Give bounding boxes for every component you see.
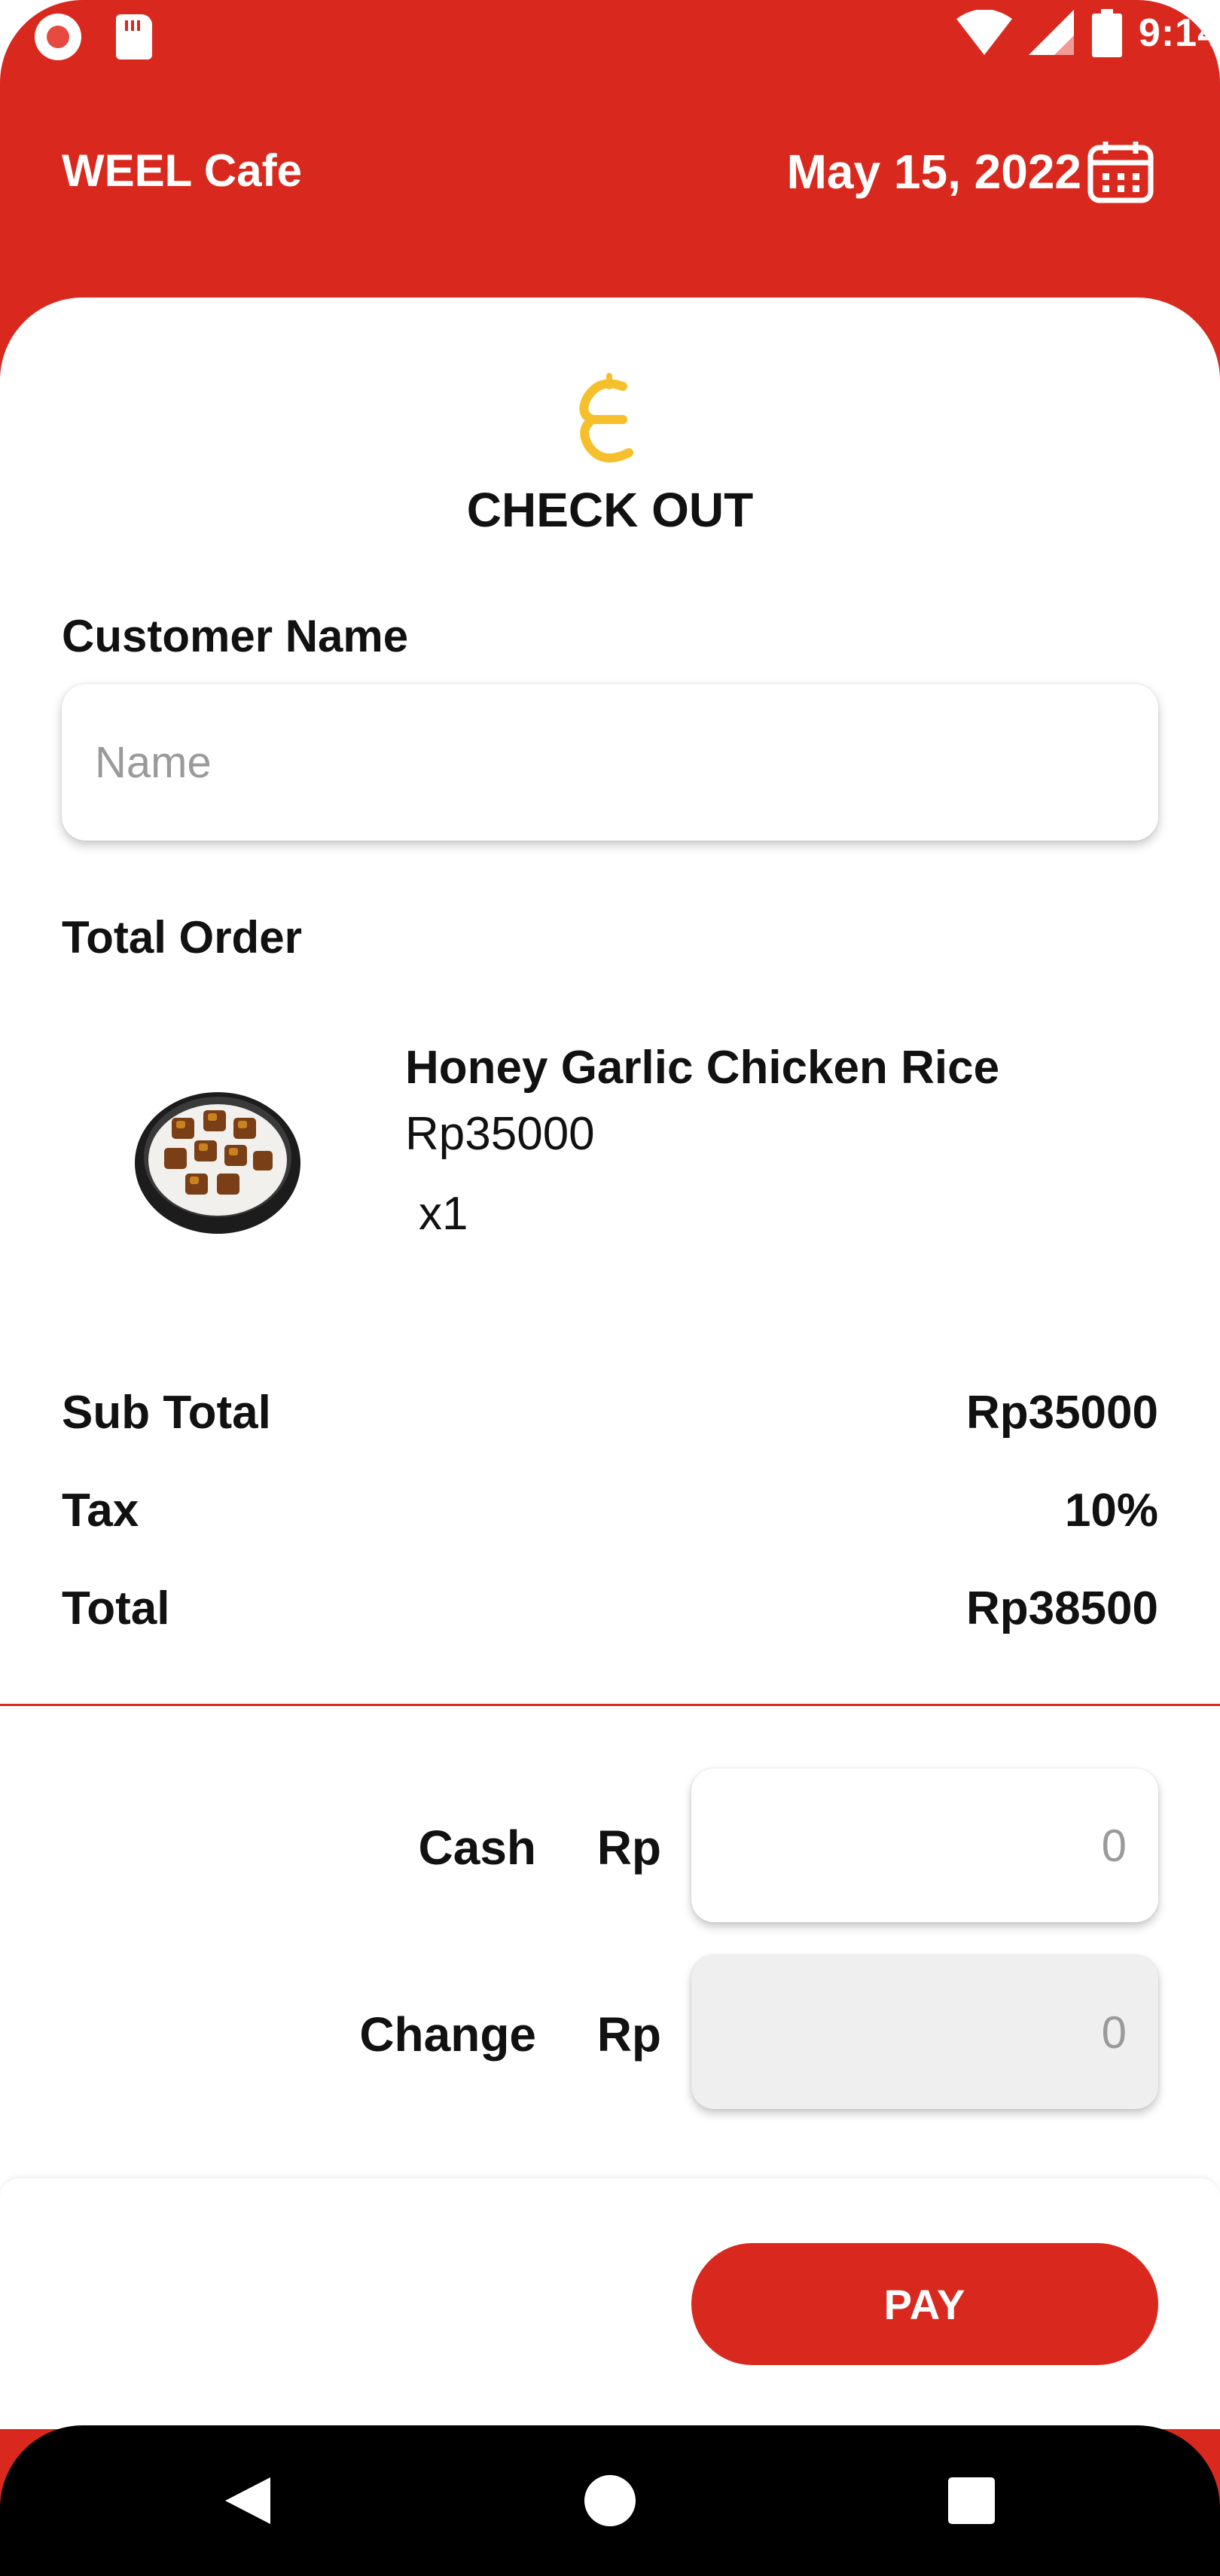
status-time: 9:14	[1138, 11, 1220, 55]
item-quantity: x1	[419, 1188, 468, 1240]
subtotal-row: Sub Total Rp35000	[62, 1386, 1158, 1439]
screen: 9:14 WEEL Cafe May 15, 2022 CHECK OUT Cu…	[0, 0, 1220, 2576]
item-price: Rp35000	[405, 1108, 595, 1160]
total-label: Total	[62, 1583, 170, 1634]
total-value: Rp38500	[965, 1583, 1158, 1634]
cash-currency: Rp	[596, 1821, 661, 1875]
system-nav-bar	[0, 2425, 1220, 2576]
signal-icon	[1028, 10, 1074, 55]
home-button[interactable]	[572, 2425, 648, 2576]
change-label: Change	[359, 2007, 536, 2062]
recents-icon	[948, 2477, 995, 2524]
wifi-icon	[956, 10, 1012, 55]
change-field	[691, 1955, 1158, 2109]
back-icon	[225, 2477, 270, 2524]
customer-name-input[interactable]	[62, 684, 1158, 841]
change-currency: Rp	[596, 2007, 661, 2062]
total-row: Total Rp38500	[62, 1582, 1158, 1635]
cash-input[interactable]	[691, 1769, 1158, 1922]
sd-card-icon	[116, 14, 152, 60]
back-button[interactable]	[211, 2425, 286, 2576]
customer-name-label: Customer Name	[62, 611, 409, 661]
battery-icon	[1091, 9, 1122, 57]
tax-label: Tax	[62, 1485, 139, 1537]
item-name: Honey Garlic Chicken Rice	[405, 1042, 1000, 1094]
home-icon	[584, 2475, 636, 2526]
date-text: May 15, 2022	[786, 145, 1081, 199]
cash-label: Cash	[418, 1821, 537, 1875]
currency-logo-icon	[579, 373, 633, 462]
status-bar: 9:14	[0, 0, 1220, 79]
subtotal-label: Sub Total	[62, 1387, 271, 1439]
calendar-icon[interactable]	[1087, 140, 1154, 203]
tax-value: 10%	[1064, 1485, 1158, 1537]
subtotal-value: Rp35000	[965, 1387, 1158, 1439]
date-picker[interactable]: May 15, 2022	[787, 140, 1154, 203]
tax-row: Tax 10%	[62, 1484, 1158, 1537]
divider	[0, 1704, 1220, 1706]
dish-image	[135, 1092, 300, 1234]
screen-record-icon	[35, 14, 81, 60]
total-order-label: Total Order	[62, 912, 302, 963]
app-title: WEEL Cafe	[62, 145, 302, 196]
pay-button[interactable]: PAY	[691, 2243, 1158, 2365]
recents-button[interactable]	[934, 2425, 1009, 2576]
page-title: CHECK OUT	[466, 483, 754, 537]
